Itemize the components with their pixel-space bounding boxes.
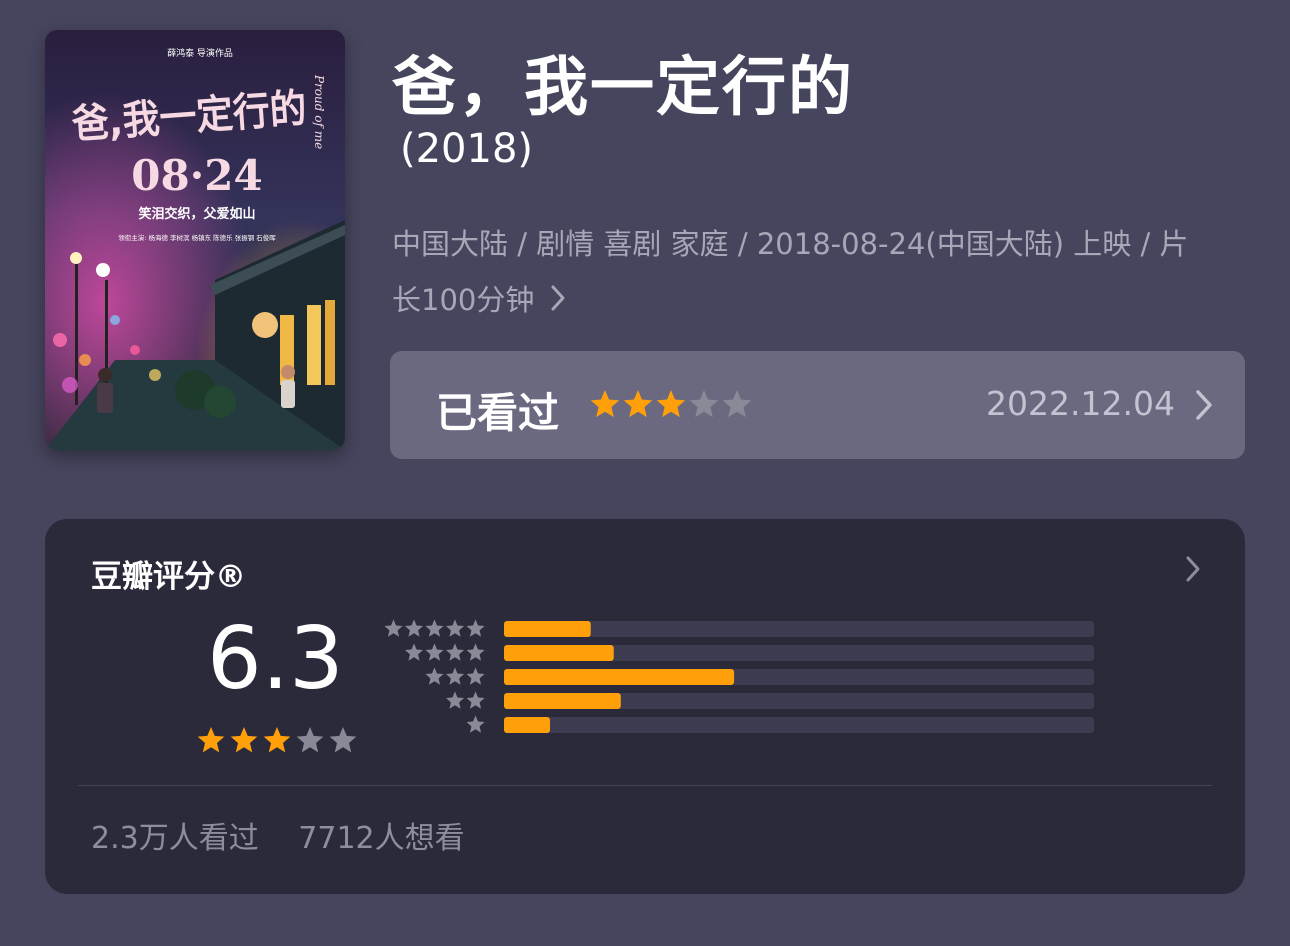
star-icon <box>404 643 424 661</box>
chevron-right-icon <box>550 274 566 330</box>
movie-detail-page: 薛鸿泰 导演作品 爸,我一定行的 Proud of me 08·24 笑泪交织，… <box>0 0 1290 946</box>
movie-poster[interactable]: 薛鸿泰 导演作品 爸,我一定行的 Proud of me 08·24 笑泪交织，… <box>45 30 345 450</box>
movie-title: 爸，我一定行的 <box>392 51 854 125</box>
rating-bar-3-star <box>504 669 735 685</box>
star-empty-icon <box>722 390 752 418</box>
rating-score: 6.3 <box>207 609 344 709</box>
bar-track <box>504 621 1094 637</box>
star-icon <box>466 667 485 685</box>
rating-bar-2-star <box>504 693 621 709</box>
star-filled-icon <box>263 727 291 753</box>
poster-cast-line: 领衔主演: 杨海德 李树滨 杨镇东 陈德乐 张振钢 石俊晖 <box>118 233 276 242</box>
star-icon <box>445 691 465 709</box>
watched-count: 2.3万人看过 <box>91 821 259 856</box>
poster-director-credit: 薛鸿泰 导演作品 <box>167 47 233 59</box>
star-icon <box>445 643 465 661</box>
douban-rating-card[interactable]: 豆瓣评分® 6.3 2.3万人看过 7712人想看 <box>45 519 1245 894</box>
star-icon <box>466 715 485 733</box>
star-icon <box>425 667 444 685</box>
star-filled-icon <box>590 390 620 418</box>
rating-title: 豆瓣评分® <box>91 559 246 595</box>
rating-distribution <box>383 617 1163 751</box>
star-icon <box>384 619 403 637</box>
poster-english-title: Proud of me <box>312 74 326 149</box>
chevron-right-icon <box>1195 389 1213 425</box>
chevron-right-icon[interactable] <box>1185 555 1201 587</box>
poster-tagline: 笑泪交织，父爱如山 <box>138 206 255 222</box>
star-icon <box>466 643 485 661</box>
divider <box>78 785 1212 786</box>
bar-track <box>504 717 1094 733</box>
star-icon <box>425 643 444 661</box>
star-icon <box>466 691 485 709</box>
star-empty-icon <box>329 727 357 753</box>
star-icon <box>445 667 465 685</box>
rating-bar-4-star <box>504 645 614 661</box>
rating-bar-1-star <box>504 717 551 733</box>
watched-date: 2022.12.04 <box>986 384 1175 423</box>
movie-meta[interactable]: 中国大陆 / 剧情 喜剧 家庭 / 2018-08-24(中国大陆) 上映 / … <box>392 216 1212 330</box>
star-filled-icon <box>656 390 686 418</box>
poster-date: 08·24 <box>131 151 263 200</box>
star-icon <box>425 619 444 637</box>
rating-bar-5-star <box>504 621 591 637</box>
star-filled-icon <box>197 727 225 753</box>
star-icon <box>445 619 465 637</box>
star-filled-icon <box>623 390 653 418</box>
rating-counts: 2.3万人看过 7712人想看 <box>91 813 465 857</box>
wish-count: 7712人想看 <box>298 821 465 856</box>
star-filled-icon <box>230 727 258 753</box>
movie-meta-text: 中国大陆 / 剧情 喜剧 家庭 / 2018-08-24(中国大陆) 上映 / … <box>392 227 1189 317</box>
rating-score-stars <box>195 724 365 762</box>
movie-year: (2018) <box>400 126 534 172</box>
star-icon <box>466 619 485 637</box>
watched-label: 已看过 <box>436 389 559 437</box>
watched-status-card[interactable]: 已看过 2022.12.04 <box>390 351 1245 459</box>
star-empty-icon <box>689 390 719 418</box>
star-icon <box>404 619 424 637</box>
star-empty-icon <box>296 727 324 753</box>
user-rating-stars <box>588 388 758 426</box>
